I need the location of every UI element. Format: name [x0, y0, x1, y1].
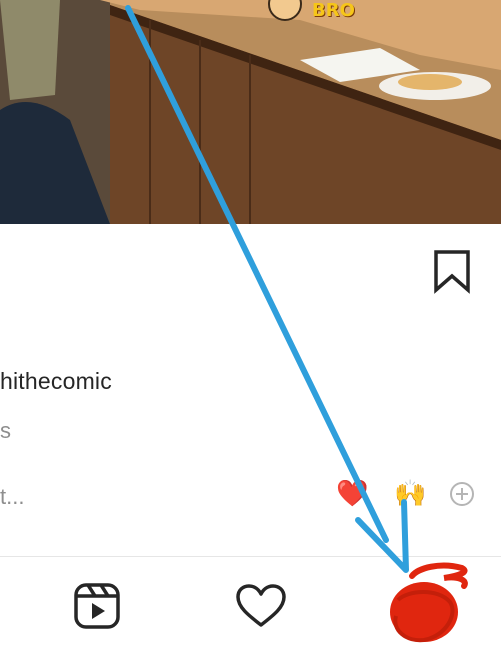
post-photo-scene [0, 0, 501, 224]
bookmark-icon[interactable] [430, 248, 474, 294]
activity-heart-icon[interactable] [234, 582, 288, 630]
post-photo[interactable]: BRO [0, 0, 501, 224]
nav-divider [0, 556, 501, 557]
reels-icon[interactable] [72, 580, 122, 632]
post-username[interactable]: hithecomic [0, 368, 112, 395]
add-reaction-icon[interactable] [449, 481, 475, 507]
likes-text-fragment[interactable]: s [0, 418, 11, 444]
sticker-text: BRO [312, 0, 355, 21]
quick-reaction-heart[interactable]: ❤️ [336, 478, 368, 508]
quick-reaction-praise[interactable]: 🙌 [394, 478, 426, 508]
comment-placeholder-fragment[interactable]: t... [0, 484, 24, 510]
profile-avatar[interactable] [388, 560, 476, 646]
